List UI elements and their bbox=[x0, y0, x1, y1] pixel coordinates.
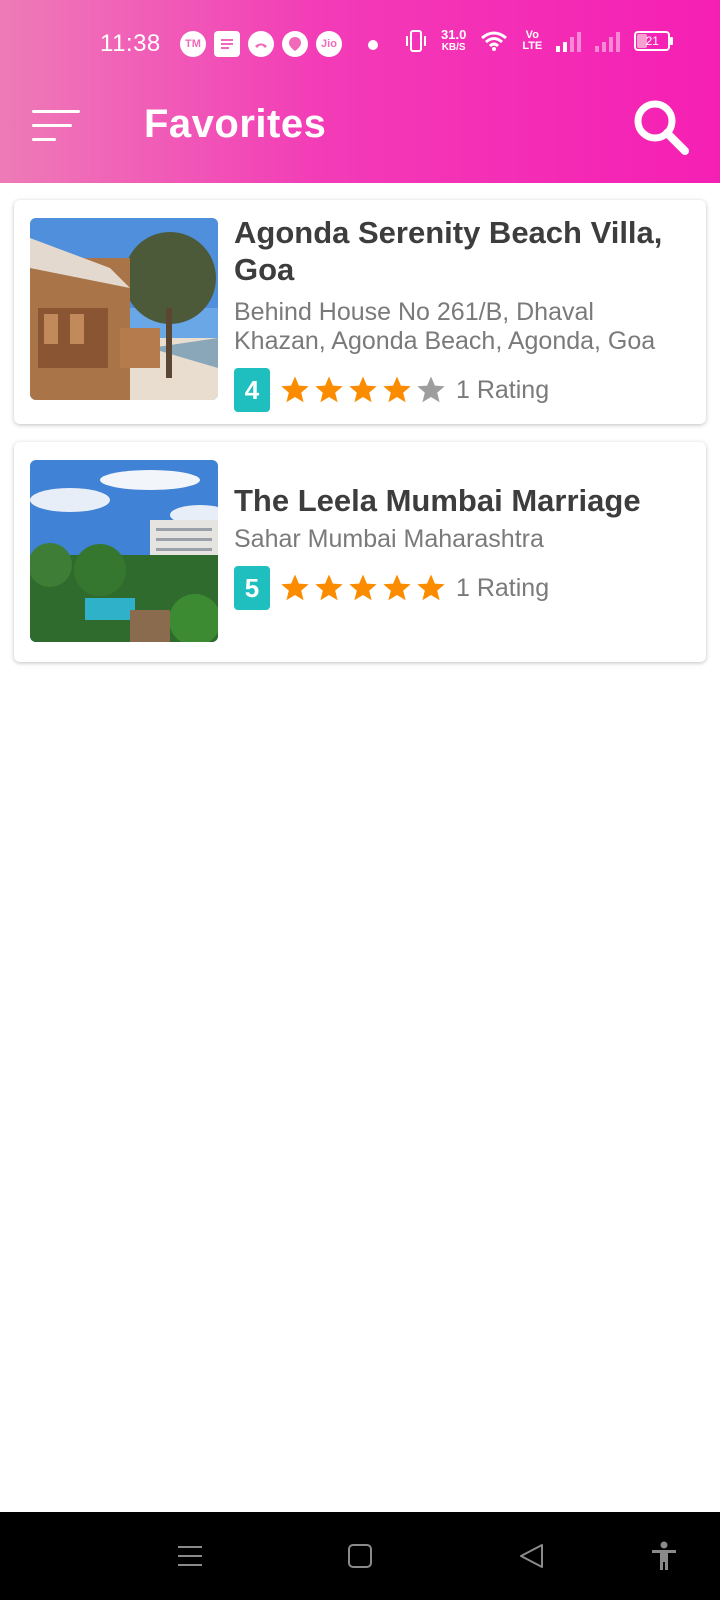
star-filled-icon bbox=[281, 574, 309, 601]
page-title: Favorites bbox=[144, 102, 327, 146]
favorites-list: Agonda Serenity Beach Villa, Goa Behind … bbox=[14, 200, 706, 680]
rating-count: 1 Rating bbox=[456, 375, 550, 404]
status-bar: 11:38 TM Jio 31.0 KB/S Vo LTE 21 bbox=[0, 0, 720, 90]
system-indicators: 31.0 KB/S Vo LTE 21 bbox=[405, 27, 674, 54]
star-filled-icon bbox=[383, 574, 411, 601]
hotel-address: Sahar Mumbai Maharashtra bbox=[234, 525, 544, 553]
hotel-photo-beach-villa bbox=[30, 218, 218, 400]
home-icon[interactable] bbox=[344, 1540, 376, 1572]
notification-icons: TM Jio bbox=[180, 31, 342, 57]
rating-badge: 5 bbox=[234, 566, 270, 610]
hotel-name: The Leela Mumbai Marriage bbox=[234, 483, 641, 518]
card-details: Agonda Serenity Beach Villa, Goa Behind … bbox=[234, 214, 692, 412]
favorite-card[interactable]: Agonda Serenity Beach Villa, Goa Behind … bbox=[14, 200, 706, 424]
favorite-card[interactable]: The Leela Mumbai Marriage Sahar Mumbai M… bbox=[14, 442, 706, 662]
recents-icon[interactable] bbox=[174, 1540, 206, 1572]
network-speed: 31.0 KB/S bbox=[441, 27, 467, 53]
back-icon[interactable] bbox=[516, 1540, 548, 1572]
hotel-name: Agonda Serenity Beach Villa, Goa bbox=[234, 215, 663, 287]
search-icon[interactable] bbox=[630, 96, 694, 160]
vibrate-icon bbox=[406, 30, 426, 52]
star-filled-icon bbox=[315, 574, 343, 601]
signal-icon bbox=[556, 30, 582, 52]
volte-indicator: Vo LTE bbox=[522, 29, 543, 52]
location-icon bbox=[282, 31, 308, 57]
accessibility-icon[interactable] bbox=[648, 1540, 680, 1572]
star-rating bbox=[280, 375, 446, 405]
status-time: 11:38 bbox=[100, 30, 161, 57]
star-filled-icon bbox=[349, 574, 377, 601]
battery-icon: 21 bbox=[634, 31, 674, 51]
rating-badge: 4 bbox=[234, 368, 270, 412]
jio-icon: Jio bbox=[316, 31, 342, 57]
rating-row: 5 1 Rating bbox=[234, 566, 692, 610]
star-filled-icon bbox=[417, 574, 445, 601]
app-header: 11:38 TM Jio 31.0 KB/S Vo LTE 21 Favorit… bbox=[0, 0, 720, 183]
wifi-icon bbox=[481, 31, 508, 51]
card-details: The Leela Mumbai Marriage Sahar Mumbai M… bbox=[234, 482, 692, 610]
hotel-photo-leela-mumbai bbox=[30, 460, 218, 642]
star-empty-icon bbox=[417, 376, 445, 403]
star-filled-icon bbox=[281, 376, 309, 403]
system-navigation-bar bbox=[0, 1512, 720, 1600]
missed-call-icon bbox=[248, 31, 274, 57]
star-filled-icon bbox=[315, 376, 343, 403]
news-icon bbox=[214, 31, 240, 57]
app-bar: Favorites bbox=[0, 90, 720, 183]
rating-count: 1 Rating bbox=[456, 573, 550, 602]
tm-app-icon: TM bbox=[180, 31, 206, 57]
notification-dot bbox=[368, 40, 378, 50]
signal-no-service-icon bbox=[595, 30, 621, 52]
rating-row: 4 1 Rating bbox=[234, 368, 692, 412]
star-filled-icon bbox=[383, 376, 411, 403]
hamburger-menu-icon[interactable] bbox=[28, 106, 84, 150]
hotel-address: Behind House No 261/B, Dhaval Khazan, Ag… bbox=[234, 298, 656, 355]
star-filled-icon bbox=[349, 376, 377, 403]
star-rating bbox=[280, 573, 446, 603]
